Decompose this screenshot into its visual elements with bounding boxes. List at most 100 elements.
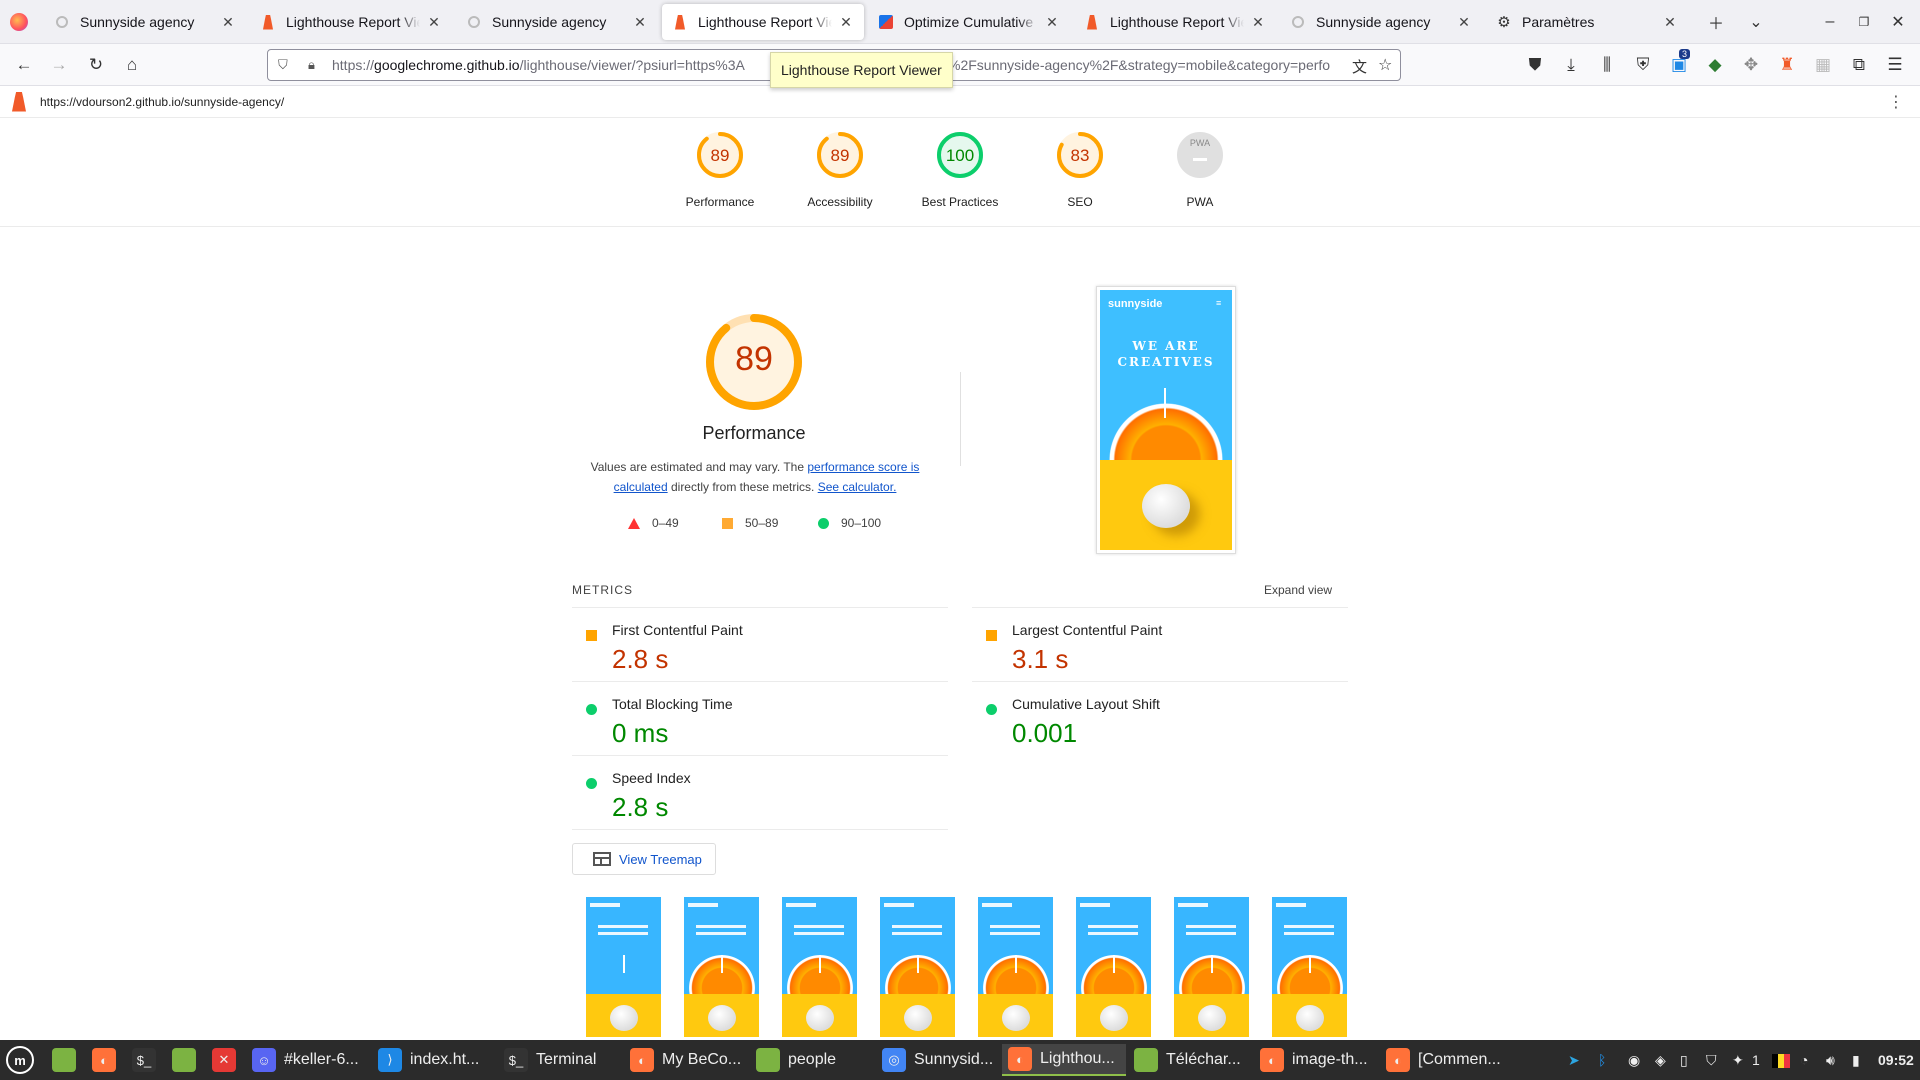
tab-2[interactable]: Lighthouse Report Viewer ✕: [250, 4, 452, 40]
restore-button[interactable]: ❐: [1852, 10, 1876, 34]
app-menu-icon[interactable]: ☰: [1883, 53, 1907, 77]
taskbar-xmind-button[interactable]: ✕: [206, 1044, 244, 1076]
close-tab-icon[interactable]: ✕: [1662, 14, 1678, 31]
close-tab-icon[interactable]: ✕: [632, 14, 648, 31]
telegram-icon[interactable]: ➤: [1568, 1052, 1580, 1069]
performance-title: Performance: [702, 423, 806, 443]
taskbar-discord-button[interactable]: ☺ #keller-6...: [246, 1044, 370, 1076]
discord-icon: ☺: [252, 1048, 276, 1072]
metric-name: Total Blocking Time: [612, 696, 733, 712]
taskbar-folder-button[interactable]: people: [750, 1044, 874, 1076]
taskbar-folder-button[interactable]: [166, 1044, 204, 1076]
extension-icon[interactable]: ▣ 3: [1667, 49, 1691, 77]
home-icon[interactable]: ⌂: [120, 53, 144, 77]
thumb-arrow-icon: [917, 955, 919, 973]
notifications-icon[interactable]: ✦: [1732, 1052, 1744, 1069]
vscode-icon: ⟩: [378, 1048, 402, 1072]
taskbar-terminal-button[interactable]: $_: [126, 1044, 164, 1076]
firefox-icon: ◐: [630, 1048, 654, 1072]
webdev-favicon: [878, 14, 894, 30]
extensions-icon[interactable]: ⧉: [1847, 53, 1871, 77]
workspace-indicator[interactable]: 1: [1752, 1052, 1760, 1068]
firefox-menu-icon[interactable]: [10, 13, 28, 31]
translate-icon[interactable]: 文: [1352, 56, 1367, 77]
pocket-icon[interactable]: ⛊: [1523, 53, 1547, 77]
evernote-icon[interactable]: ◈: [1655, 1052, 1666, 1069]
tab-list-button[interactable]: ⌄: [1744, 10, 1768, 34]
tab-1[interactable]: Sunnyside agency ✕: [44, 4, 246, 40]
bookmark-star-icon[interactable]: ☆: [1378, 55, 1392, 75]
battery-icon[interactable]: ▮: [1852, 1052, 1860, 1069]
close-tab-icon[interactable]: ✕: [426, 14, 442, 31]
tab-8[interactable]: ⚙ Paramètres ✕: [1486, 4, 1688, 40]
filmstrip-thumbnail: [1076, 897, 1151, 1037]
wifi-icon[interactable]: ◔: [1800, 1052, 1808, 1068]
tab-6[interactable]: Lighthouse Report Viewer ✕: [1074, 4, 1276, 40]
final-screenshot[interactable]: sunnyside ≡ WE ARE CREATIVES: [1096, 286, 1236, 554]
close-tab-icon[interactable]: ✕: [1456, 14, 1472, 31]
discord-tray-icon[interactable]: ◉: [1628, 1052, 1640, 1069]
gauge-best-practices[interactable]: 100 Best Practices: [910, 130, 1010, 209]
close-tab-icon[interactable]: ✕: [1250, 14, 1266, 31]
taskbar-chromium-button[interactable]: ◎ Sunnysid...: [876, 1044, 1000, 1076]
tab-title: Sunnyside agency: [1316, 14, 1431, 30]
taskbar-firefox-button[interactable]: ◐ Lighthou...: [1002, 1044, 1126, 1076]
thumb-heading: [696, 925, 746, 935]
taskbar-vscode-button[interactable]: ⟩ index.ht...: [372, 1044, 496, 1076]
tab-title: Paramètres: [1522, 14, 1595, 30]
gauge-pwa[interactable]: PWA PWA: [1150, 130, 1250, 209]
tab-5[interactable]: Optimize Cumulative Layout Shift ✕: [868, 4, 1070, 40]
minimize-button[interactable]: –: [1818, 10, 1842, 34]
taskbar-firefox-button[interactable]: ◐ [Commen...: [1380, 1044, 1504, 1076]
tab-3[interactable]: Sunnyside agency ✕: [456, 4, 658, 40]
forward-button[interactable]: →: [47, 53, 71, 77]
taskbar-folder-button[interactable]: Téléchar...: [1128, 1044, 1252, 1076]
taskbar-terminal-button[interactable]: $_ Terminal: [498, 1044, 622, 1076]
legend-circle: 90–100: [818, 516, 881, 530]
shield-tray-icon[interactable]: ⛉: [1706, 1052, 1717, 1069]
thumb-arrow-icon: [1113, 955, 1115, 973]
lock-icon[interactable]: 🔒︎: [308, 57, 328, 73]
taskbar-firefox-button[interactable]: ◐: [86, 1044, 124, 1076]
bluetooth-icon[interactable]: ᛒ: [1598, 1052, 1606, 1068]
tab-7[interactable]: Sunnyside agency ✕: [1280, 4, 1482, 40]
close-tab-icon[interactable]: ✕: [220, 14, 236, 31]
metric-cumulative-layout-shift: Cumulative Layout Shift 0.001: [972, 681, 1348, 755]
shield-icon[interactable]: ⛉: [278, 57, 298, 73]
puzzle-icon[interactable]: ✥: [1739, 53, 1763, 77]
downloads-icon[interactable]: ⤓: [1559, 53, 1583, 77]
new-tab-button[interactable]: ＋: [1704, 10, 1728, 34]
reload-button[interactable]: ↻: [84, 53, 108, 77]
gauge-score: 100: [945, 146, 975, 165]
taskbar-label: Lighthou...: [1040, 1050, 1115, 1067]
close-tab-icon[interactable]: ✕: [838, 14, 854, 31]
container-icon[interactable]: ▦: [1811, 53, 1835, 77]
library-icon[interactable]: ⫼: [1595, 53, 1619, 77]
start-menu-icon[interactable]: m: [6, 1046, 34, 1074]
gauge-performance[interactable]: 89 Performance: [670, 130, 770, 209]
back-button[interactable]: ←: [12, 53, 36, 77]
lighthouse-extension-icon[interactable]: ♜: [1775, 53, 1799, 77]
ublock-icon[interactable]: ⛨: [1631, 53, 1655, 77]
thumb-arrow-icon: [819, 955, 821, 973]
taskbar-files-button[interactable]: [46, 1044, 84, 1076]
close-tab-icon[interactable]: ✕: [1044, 14, 1060, 31]
close-window-button[interactable]: ✕: [1886, 10, 1910, 34]
keyboard-layout-flag[interactable]: [1772, 1054, 1790, 1068]
expand-view-toggle[interactable]: Expand view: [1264, 583, 1332, 597]
gauge-accessibility[interactable]: 89 Accessibility: [790, 130, 890, 209]
clipboard-icon[interactable]: ▯: [1680, 1052, 1688, 1069]
taskbar-firefox-button[interactable]: ◐ image-th...: [1254, 1044, 1378, 1076]
report-menu-icon[interactable]: ⋮: [1888, 92, 1904, 112]
see-calculator-link[interactable]: See calculator.: [818, 480, 897, 494]
volume-icon[interactable]: 🔊︎: [1826, 1052, 1835, 1069]
tab-title: Lighthouse Report Viewer: [698, 14, 832, 30]
clock[interactable]: 09:52: [1878, 1052, 1914, 1068]
view-treemap-button[interactable]: View Treemap: [572, 843, 716, 875]
metric-speed-index: Speed Index 2.8 s: [572, 755, 948, 829]
colorpicker-icon[interactable]: ◆: [1703, 53, 1727, 77]
gauge-seo[interactable]: 83 SEO: [1030, 130, 1130, 209]
tab-4[interactable]: Lighthouse Report Viewer ✕: [662, 4, 864, 40]
circle-icon: [818, 517, 829, 529]
taskbar-firefox-button[interactable]: ◐ My BeCo...: [624, 1044, 748, 1076]
